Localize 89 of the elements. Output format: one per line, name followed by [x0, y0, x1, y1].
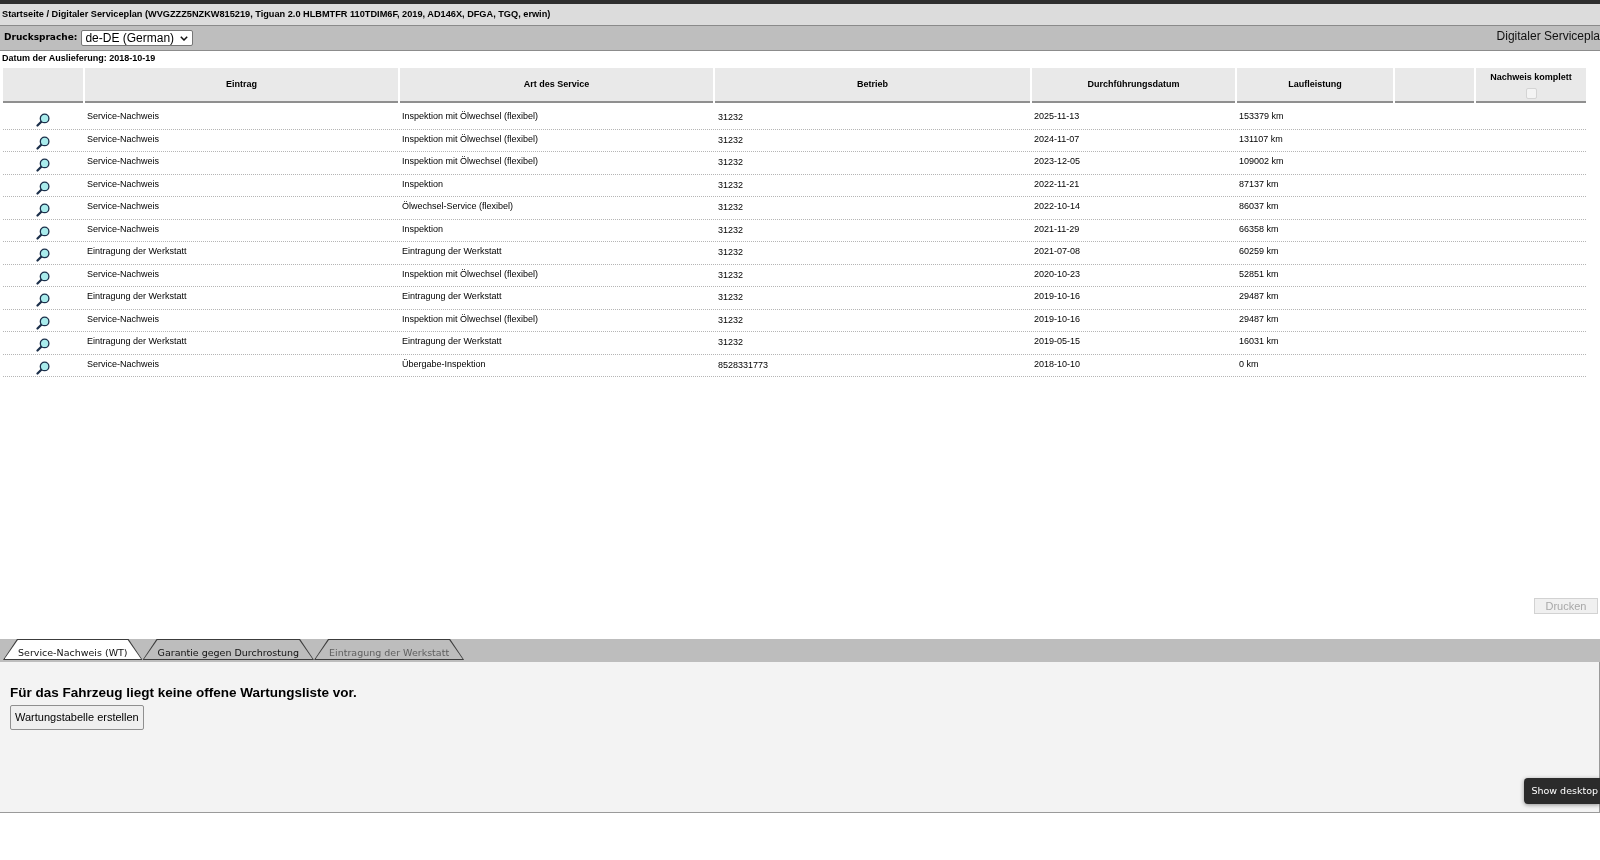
- page-title: Digitaler Servicepla: [1496, 28, 1600, 45]
- delivery-date: Datum der Auslieferung: 2018-10-19: [1, 52, 156, 65]
- table-cell: Inspektion: [402, 178, 444, 190]
- table-cell: Eintragung der Werkstatt: [402, 291, 502, 302]
- tab[interactable]: Service-Nachweis (WT): [3, 639, 143, 660]
- table-cell: Service-Nachweis: [87, 358, 160, 370]
- table-cell: 2025-11-13: [1034, 111, 1080, 122]
- table-cell: 31232: [718, 314, 744, 326]
- magnifier-icon[interactable]: [36, 135, 50, 150]
- table-cell: 2021-11-29: [1034, 223, 1080, 235]
- column-header: Art des Service: [400, 68, 713, 103]
- table-cell: 16031 km: [1239, 336, 1279, 347]
- table-cell: Eintragung der Werkstatt: [402, 336, 502, 347]
- table-cell: 2023-12-05: [1034, 156, 1081, 167]
- column-header: Durchführungsdatum: [1032, 68, 1235, 103]
- column-header: Laufleistung: [1237, 68, 1393, 103]
- table-cell: Service-Nachweis: [87, 111, 160, 122]
- table-cell: Ölwechsel-Service (flexibel): [402, 201, 514, 212]
- table-cell: 31232: [718, 179, 744, 191]
- magnifier-icon[interactable]: [36, 180, 50, 195]
- table-cell: Service-Nachweis: [87, 178, 160, 190]
- table-cell: 0 km: [1239, 358, 1259, 370]
- language-select[interactable]: de-DE (German): [81, 30, 194, 46]
- table-cell: Eintragung der Werkstatt: [87, 246, 187, 257]
- table-cell: Eintragung der Werkstatt: [87, 336, 187, 347]
- chevron-down-icon: [180, 35, 189, 41]
- breadcrumb-text: Startseite / Digitaler Serviceplan (WVGZZZ5NZKW815219, Tiguan 2.0 HLBMTFR 110TDIM6F, 2019, AD146X, DFGA, TGQ, erwin): [2, 7, 551, 21]
- column-header: Betrieb: [715, 68, 1030, 103]
- table-cell: Eintragung der Werkstatt: [402, 246, 502, 257]
- table-cell: 87137 km: [1239, 178, 1279, 190]
- magnifier-icon[interactable]: [36, 203, 50, 217]
- table-cell: 31232: [718, 202, 744, 213]
- table-cell: 52851 km: [1239, 268, 1279, 280]
- table-cell: 2018-10-10: [1034, 358, 1081, 370]
- table-cell: 8528331773: [718, 359, 769, 371]
- magnifier-icon[interactable]: [36, 315, 50, 330]
- table-cell: 29487 km: [1239, 313, 1279, 325]
- language-label: Drucksprache:: [4, 31, 78, 45]
- table-cell: 31232: [718, 337, 744, 348]
- magnifier-icon[interactable]: [36, 113, 50, 127]
- tooltip: Show desktop: [1524, 778, 1600, 804]
- table-cell: 31232: [718, 112, 744, 123]
- magnifier-icon[interactable]: [36, 248, 50, 262]
- table-cell: 2020-10-23: [1034, 268, 1081, 280]
- table-cell: Service-Nachweis: [87, 313, 160, 325]
- table-cell: 86037 km: [1239, 201, 1279, 212]
- magnifier-icon[interactable]: [36, 338, 50, 352]
- table-cell: 153379 km: [1239, 111, 1284, 122]
- magnifier-icon[interactable]: [36, 158, 50, 172]
- table-cell: Inspektion mit Ölwechsel (flexibel): [402, 156, 539, 167]
- table-cell: Inspektion mit Ölwechsel (flexibel): [402, 313, 539, 325]
- table-cell: Service-Nachweis: [87, 156, 160, 167]
- column-header: Eintrag: [85, 68, 398, 103]
- table-cell: 131107 km: [1239, 133, 1283, 145]
- create-table-button[interactable]: Wartungstabelle erstellen: [10, 705, 144, 730]
- table-cell: 2022-10-14: [1034, 201, 1081, 212]
- table-cell: Service-Nachweis: [87, 223, 160, 235]
- table-cell: 31232: [718, 224, 744, 236]
- table-cell: Inspektion mit Ölwechsel (flexibel): [402, 268, 539, 280]
- table-cell: Inspektion: [402, 223, 444, 235]
- table-cell: 66358 km: [1239, 223, 1279, 235]
- table-cell: 2019-05-15: [1034, 336, 1081, 347]
- magnifier-icon[interactable]: [36, 360, 50, 375]
- table-cell: Übergabe-Inspektion: [402, 358, 486, 370]
- table-cell: 31232: [718, 269, 744, 281]
- table-cell: 60259 km: [1239, 246, 1279, 257]
- table-cell: 2019-10-16: [1034, 291, 1081, 302]
- table-cell: 31232: [718, 292, 744, 303]
- magnifier-icon[interactable]: [36, 225, 50, 240]
- table-cell: 2022-11-21: [1034, 178, 1080, 190]
- table-cell: 29487 km: [1239, 291, 1279, 302]
- table-cell: 2021-07-08: [1034, 246, 1081, 257]
- table-cell: Inspektion mit Ölwechsel (flexibel): [402, 133, 539, 145]
- table-cell: 31232: [718, 134, 744, 146]
- table-cell: Service-Nachweis: [87, 268, 160, 280]
- table-cell: 109002 km: [1239, 156, 1284, 167]
- panel-message: Für das Fahrzeug liegt keine offene Wartungsliste vor.: [10, 685, 357, 701]
- table-cell: 31232: [718, 157, 744, 168]
- table-cell: Service-Nachweis: [87, 201, 160, 212]
- table-cell: Eintragung der Werkstatt: [87, 291, 187, 302]
- tab[interactable]: Garantie gegen Durchrostung: [142, 639, 315, 660]
- table-cell: Service-Nachweis: [87, 133, 160, 145]
- magnifier-icon[interactable]: [36, 293, 50, 307]
- column-header-label: Nachweis komplett: [1490, 71, 1572, 84]
- table-cell: 2024-11-07: [1034, 133, 1080, 145]
- table-cell: 31232: [718, 247, 744, 258]
- table-cell: Inspektion mit Ölwechsel (flexibel): [402, 111, 539, 122]
- magnifier-icon[interactable]: [36, 270, 50, 285]
- table-cell: 2019-10-16: [1034, 313, 1081, 325]
